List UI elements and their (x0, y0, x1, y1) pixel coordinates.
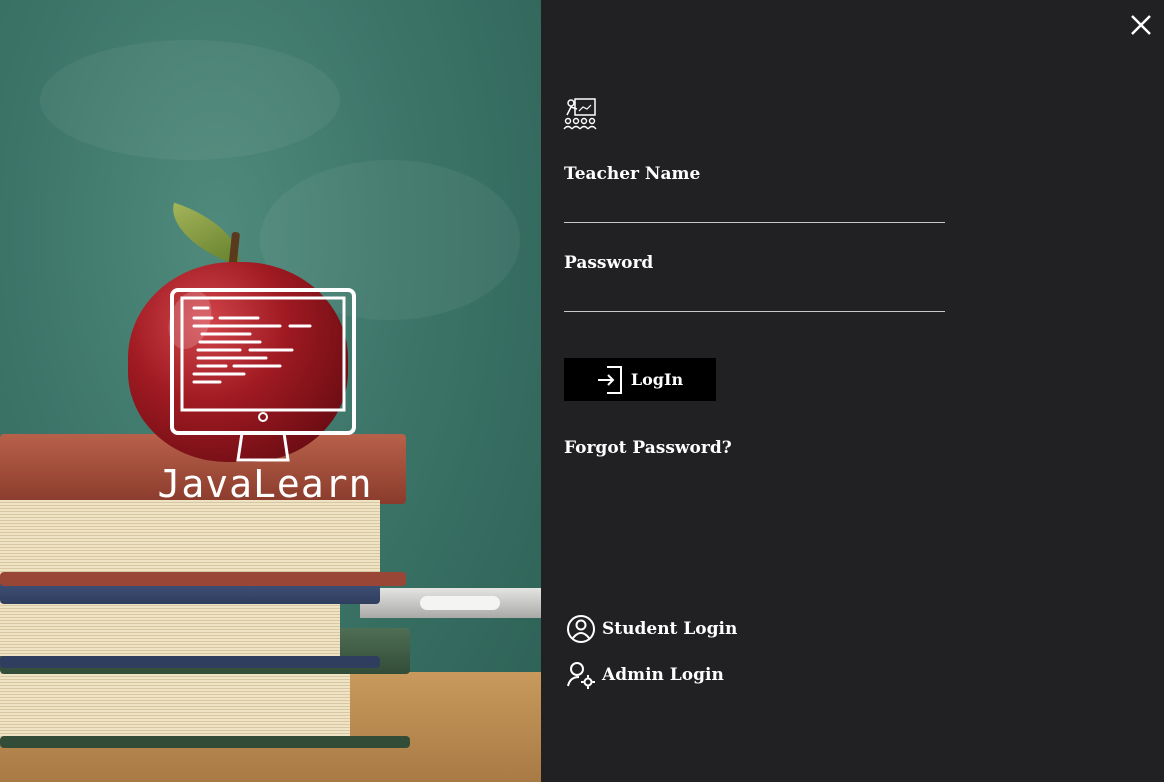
login-button-label: LogIn (630, 370, 684, 389)
teacher-name-label: Teacher Name (564, 164, 701, 184)
close-icon[interactable] (1128, 12, 1154, 38)
teacher-name-input[interactable] (564, 192, 945, 223)
admin-login-label: Admin Login (602, 665, 724, 685)
password-input[interactable] (564, 281, 945, 312)
login-button[interactable]: LogIn (564, 358, 716, 401)
sign-in-icon (597, 365, 622, 394)
chalk-piece (420, 596, 500, 610)
password-label: Password (564, 253, 654, 273)
student-login-label: Student Login (602, 619, 738, 639)
user-gear-icon (567, 662, 595, 689)
monitor-code-icon (170, 288, 356, 462)
student-login-link[interactable]: Student Login (566, 614, 737, 644)
chalk-smudge (40, 40, 340, 160)
app-logo-text: JavaLearn (157, 462, 373, 506)
hero-image: JavaLearn (0, 0, 541, 782)
user-circle-icon (567, 615, 595, 643)
login-window: JavaLearn Teacher Name Password LogIn Fo… (0, 0, 1164, 782)
admin-login-link[interactable]: Admin Login (566, 660, 724, 690)
forgot-password-link[interactable]: Forgot Password? (564, 438, 732, 458)
teacher-classroom-icon (563, 98, 597, 130)
